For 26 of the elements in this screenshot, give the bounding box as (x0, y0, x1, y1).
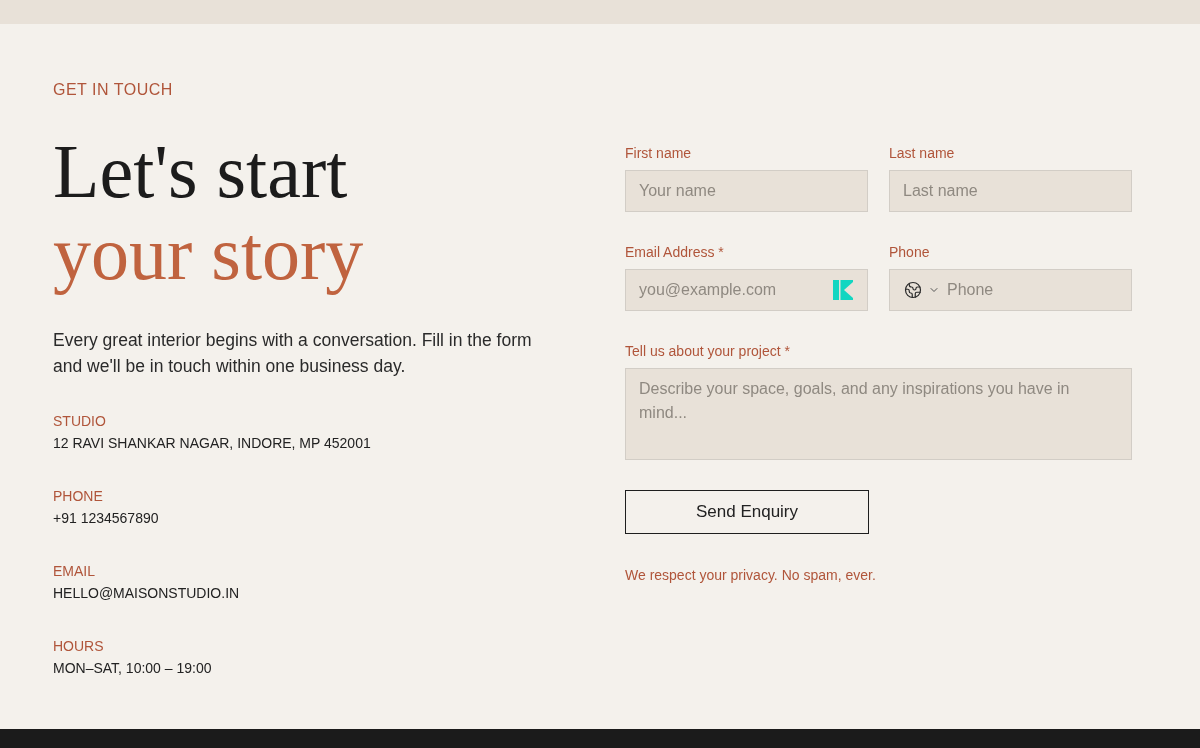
text-field[interactable]: Your name (625, 170, 868, 212)
contact-label: PHONE (53, 487, 103, 506)
privacy-note: We respect your privacy. No spam, ever. (625, 566, 876, 585)
globe-icon (904, 281, 922, 299)
heading-text: Let's start (53, 130, 348, 212)
heading-accent-text: your story (53, 212, 364, 294)
contact-label: STUDIO (53, 412, 106, 431)
country-select[interactable] (904, 280, 940, 300)
contact-value: MON–SAT, 10:00 – 19:00 (53, 659, 212, 678)
phone-field[interactable]: Phone (889, 269, 1132, 311)
text-field[interactable]: Last name (889, 170, 1132, 212)
field-label: Phone (889, 243, 930, 262)
field-label: Tell us about your project * (625, 342, 790, 361)
message-field[interactable]: Describe your space, goals, and any inspirations you have in mind... (625, 368, 1132, 460)
field-label: First name (625, 144, 692, 163)
intro-paragraph: Every great interior begins with a conversation. Fill in the form and we'll be in touch within one business day. (53, 329, 533, 378)
contact-label: HOURS (53, 637, 104, 656)
email-field[interactable]: you@example.com (625, 269, 868, 311)
send-enquiry-button[interactable]: Send Enquiry (625, 490, 869, 534)
contact-value: +91 1234567890 (53, 509, 159, 528)
contact-value: HELLO@MAISONSTUDIO.IN (53, 584, 240, 603)
field-label: Email Address * (625, 243, 724, 262)
contact-value: 12 RAVI SHANKAR NAGAR, INDORE, MP 452001 (53, 434, 371, 453)
field-label: Last name (889, 144, 955, 163)
section-eyebrow: GET IN TOUCH (53, 80, 173, 100)
contact-label: EMAIL (53, 562, 95, 581)
